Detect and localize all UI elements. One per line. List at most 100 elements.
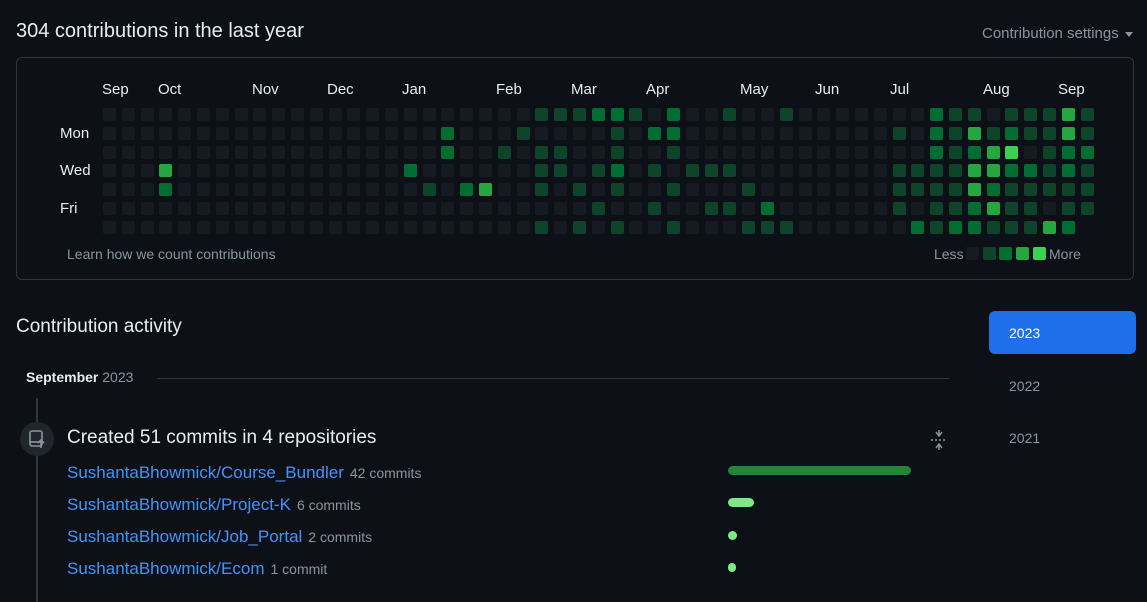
- contribution-cell[interactable]: [610, 145, 624, 159]
- contribution-cell[interactable]: [1061, 183, 1075, 197]
- contribution-cell[interactable]: [742, 220, 756, 234]
- contribution-cell[interactable]: [253, 108, 267, 121]
- contribution-cell[interactable]: [1080, 164, 1094, 178]
- contribution-cell[interactable]: [535, 202, 549, 215]
- contribution-cell[interactable]: [836, 145, 850, 159]
- contribution-cell[interactable]: [253, 126, 267, 140]
- contribution-cell[interactable]: [291, 220, 304, 234]
- contribution-cell[interactable]: [704, 108, 718, 121]
- contribution-cell[interactable]: [291, 202, 304, 215]
- contribution-cell[interactable]: [761, 108, 774, 121]
- contribution-cell[interactable]: [1061, 145, 1075, 159]
- contribution-cell[interactable]: [535, 108, 549, 121]
- contribution-cell[interactable]: [422, 164, 436, 178]
- contribution-cell[interactable]: [911, 108, 925, 121]
- contribution-cell[interactable]: [723, 126, 737, 140]
- contribution-cell[interactable]: [591, 220, 605, 234]
- contribution-cell[interactable]: [121, 220, 135, 234]
- contribution-cell[interactable]: [1024, 145, 1038, 159]
- contribution-cell[interactable]: [516, 108, 530, 121]
- contribution-cell[interactable]: [403, 108, 417, 121]
- contribution-cell[interactable]: [1005, 126, 1019, 140]
- repo-link-job-portal[interactable]: SushantaBhowmick/Job_Portal 2 commits: [67, 527, 372, 547]
- contribution-cell[interactable]: [967, 220, 981, 234]
- contribution-cell[interactable]: [234, 145, 248, 159]
- contribution-cell[interactable]: [159, 126, 173, 140]
- contribution-cell[interactable]: [723, 202, 737, 215]
- contribution-cell[interactable]: [949, 183, 962, 197]
- contribution-cell[interactable]: [366, 108, 380, 121]
- contribution-cell[interactable]: [460, 164, 474, 178]
- contribution-cell[interactable]: [103, 126, 116, 140]
- contribution-cell[interactable]: [836, 164, 850, 178]
- contribution-cell[interactable]: [234, 108, 248, 121]
- contribution-cell[interactable]: [535, 164, 549, 178]
- contribution-cell[interactable]: [253, 145, 267, 159]
- contribution-cell[interactable]: [986, 183, 1000, 197]
- contribution-cell[interactable]: [403, 202, 417, 215]
- contribution-cell[interactable]: [140, 145, 154, 159]
- contribution-cell[interactable]: [554, 202, 568, 215]
- contribution-cell[interactable]: [215, 126, 229, 140]
- contribution-cell[interactable]: [441, 145, 455, 159]
- contribution-cell[interactable]: [291, 164, 304, 178]
- contribution-cell[interactable]: [967, 145, 981, 159]
- contribution-cell[interactable]: [930, 202, 944, 215]
- year-button-2022[interactable]: 2022: [989, 364, 1136, 407]
- contribution-cell[interactable]: [497, 164, 511, 178]
- contribution-cell[interactable]: [121, 164, 135, 178]
- contribution-cell[interactable]: [610, 202, 624, 215]
- contribution-cell[interactable]: [309, 108, 323, 121]
- contribution-cell[interactable]: [648, 220, 662, 234]
- contribution-cell[interactable]: [535, 126, 549, 140]
- contribution-cell[interactable]: [441, 202, 455, 215]
- contribution-cell[interactable]: [648, 202, 662, 215]
- contribution-cell[interactable]: [855, 126, 868, 140]
- contribution-cell[interactable]: [667, 183, 680, 197]
- contribution-cell[interactable]: [215, 183, 229, 197]
- fold-icon[interactable]: [930, 430, 948, 450]
- contribution-cell[interactable]: [949, 164, 962, 178]
- contribution-cell[interactable]: [817, 220, 831, 234]
- contribution-cell[interactable]: [385, 108, 398, 121]
- contribution-cell[interactable]: [723, 164, 737, 178]
- contribution-cell[interactable]: [554, 220, 568, 234]
- contribution-cell[interactable]: [366, 202, 380, 215]
- contribution-cell[interactable]: [140, 108, 154, 121]
- contribution-cell[interactable]: [817, 145, 831, 159]
- contribution-cell[interactable]: [479, 145, 492, 159]
- contribution-cell[interactable]: [1005, 145, 1019, 159]
- contribution-cell[interactable]: [479, 183, 492, 197]
- contribution-cell[interactable]: [817, 108, 831, 121]
- contribution-cell[interactable]: [422, 183, 436, 197]
- contribution-cell[interactable]: [779, 202, 793, 215]
- contribution-cell[interactable]: [215, 145, 229, 159]
- contribution-cell[interactable]: [516, 183, 530, 197]
- contribution-cell[interactable]: [159, 183, 173, 197]
- contribution-cell[interactable]: [309, 126, 323, 140]
- contribution-cell[interactable]: [591, 183, 605, 197]
- contribution-cell[interactable]: [178, 220, 192, 234]
- contribution-cell[interactable]: [1080, 183, 1094, 197]
- contribution-cell[interactable]: [272, 220, 286, 234]
- contribution-cell[interactable]: [667, 145, 680, 159]
- contribution-cell[interactable]: [723, 220, 737, 234]
- contribution-cell[interactable]: [441, 183, 455, 197]
- contribution-cell[interactable]: [1043, 108, 1056, 121]
- contribution-cell[interactable]: [516, 202, 530, 215]
- contribution-cell[interactable]: [403, 126, 417, 140]
- contribution-cell[interactable]: [892, 183, 906, 197]
- contribution-cell[interactable]: [873, 202, 887, 215]
- contribution-cell[interactable]: [610, 108, 624, 121]
- contribution-cell[interactable]: [422, 220, 436, 234]
- contribution-cell[interactable]: [215, 220, 229, 234]
- contribution-cell[interactable]: [497, 145, 511, 159]
- contribution-cell[interactable]: [385, 220, 398, 234]
- contribution-cell[interactable]: [197, 145, 210, 159]
- contribution-cell[interactable]: [1043, 126, 1056, 140]
- contribution-cell[interactable]: [892, 164, 906, 178]
- contribution-cell[interactable]: [197, 164, 210, 178]
- contribution-cell[interactable]: [272, 108, 286, 121]
- contribution-cell[interactable]: [1080, 108, 1094, 121]
- contribution-cell[interactable]: [723, 183, 737, 197]
